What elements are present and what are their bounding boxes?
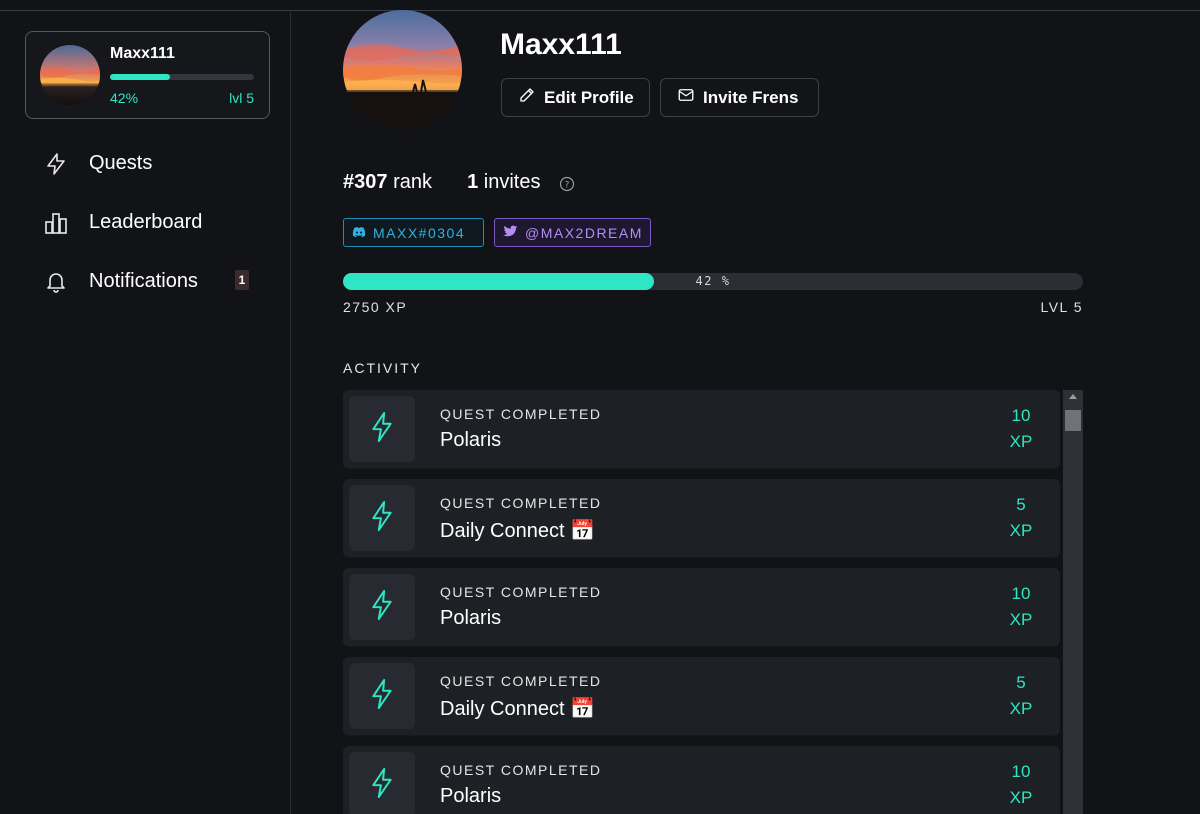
svg-text:?: ? xyxy=(565,181,570,191)
activity-type: QUEST COMPLETED xyxy=(440,495,602,511)
list-item[interactable]: QUEST COMPLETED Polaris 10 XP xyxy=(343,568,1060,647)
activity-xp-value: 10 xyxy=(1011,762,1031,781)
edit-profile-button[interactable]: Edit Profile xyxy=(501,78,650,117)
activity-type: QUEST COMPLETED xyxy=(440,762,602,778)
xp-level: LVL 5 xyxy=(1040,299,1083,315)
activity-type: QUEST COMPLETED xyxy=(440,673,602,689)
lightning-icon xyxy=(44,152,68,176)
activity-icon-box xyxy=(349,574,415,640)
profile-avatar xyxy=(343,10,462,129)
mail-icon xyxy=(677,86,695,109)
activity-icon-box xyxy=(349,485,415,551)
sidebar-divider xyxy=(290,10,291,814)
pencil-icon xyxy=(518,86,536,109)
activity-xp-value: 10 xyxy=(1011,584,1031,603)
rank-value: #307 xyxy=(343,171,388,193)
lightning-icon xyxy=(369,766,395,805)
twitter-tag[interactable]: @MAX2DREAM xyxy=(494,218,651,247)
twitter-icon xyxy=(503,225,518,241)
xp-total: 2750 XP xyxy=(343,299,408,315)
lightning-icon xyxy=(369,677,395,716)
activity-xp-value: 10 xyxy=(1011,406,1031,425)
rank-label: rank xyxy=(393,171,432,193)
discord-icon xyxy=(352,225,366,241)
activity-xp-unit: XP xyxy=(1009,521,1033,540)
invite-frens-label: Invite Frens xyxy=(703,87,799,107)
discord-handle: MAXX#0304 xyxy=(373,224,466,241)
activity-xp-unit: XP xyxy=(1009,432,1033,451)
xp-progress-percent: 42 % xyxy=(695,274,731,288)
activity-xp-value: 5 xyxy=(1016,673,1026,692)
sidebar-item-label: Quests xyxy=(89,152,153,174)
scroll-up-arrow-icon[interactable] xyxy=(1069,394,1077,399)
activity-xp-value: 5 xyxy=(1016,495,1026,514)
lightning-icon xyxy=(369,410,395,449)
user-level: lvl 5 xyxy=(229,90,254,106)
activity-list[interactable]: QUEST COMPLETED Polaris 10 XP QUEST COMP… xyxy=(343,390,1063,814)
sidebar-item-label: Leaderboard xyxy=(89,211,203,233)
lightning-icon xyxy=(369,499,395,538)
user-progress-percent: 42% xyxy=(110,90,139,106)
user-name: Maxx111 xyxy=(110,45,175,62)
list-item[interactable]: QUEST COMPLETED Daily Connect 📅 5 XP xyxy=(343,657,1060,736)
activity-xp-unit: XP xyxy=(1009,699,1033,718)
activity-xp-unit: XP xyxy=(1009,610,1033,629)
activity-type: QUEST COMPLETED xyxy=(440,584,602,600)
user-card[interactable]: Maxx111 42% lvl 5 xyxy=(25,31,270,119)
user-progress-fill xyxy=(110,74,171,80)
sidebar-item-quests[interactable]: Quests xyxy=(44,150,152,178)
list-item[interactable]: QUEST COMPLETED Polaris 10 XP xyxy=(343,390,1060,469)
list-item[interactable]: QUEST COMPLETED Daily Connect 📅 5 XP xyxy=(343,479,1060,558)
profile-name: Maxx111 xyxy=(500,28,622,61)
invite-frens-button[interactable]: Invite Frens xyxy=(660,78,819,117)
discord-tag[interactable]: MAXX#0304 xyxy=(343,218,484,247)
activity-type: QUEST COMPLETED xyxy=(440,406,602,422)
activity-name: Polaris xyxy=(440,429,502,451)
user-progress-bar xyxy=(110,74,254,80)
help-icon[interactable]: ? xyxy=(559,176,575,192)
activity-heading: ACTIVITY xyxy=(343,360,423,376)
avatar xyxy=(40,45,100,105)
sidebar: Maxx111 42% lvl 5 Quests Leaderboard Not… xyxy=(0,0,290,814)
activity-icon-box xyxy=(349,752,415,814)
activity-xp-unit: XP xyxy=(1009,788,1033,807)
lightning-icon xyxy=(369,588,395,627)
activity-scrollbar[interactable] xyxy=(1063,390,1083,814)
activity-name: Polaris xyxy=(440,607,502,629)
bell-icon xyxy=(44,270,68,294)
activity-name: Daily Connect 📅 xyxy=(440,520,595,542)
leaderboard-icon xyxy=(44,211,68,235)
activity-name: Daily Connect 📅 xyxy=(440,698,595,720)
list-item[interactable]: QUEST COMPLETED Polaris 10 XP xyxy=(343,746,1060,814)
notification-badge: 1 xyxy=(235,270,249,290)
invites-value: 1 xyxy=(467,171,479,193)
xp-progress-bar: 42 % xyxy=(343,273,1083,290)
twitter-handle: @MAX2DREAM xyxy=(525,224,643,241)
activity-name: Polaris xyxy=(440,785,502,807)
invites-label: invites xyxy=(483,171,541,193)
scroll-thumb[interactable] xyxy=(1065,410,1081,431)
edit-profile-label: Edit Profile xyxy=(544,87,634,107)
activity-icon-box xyxy=(349,396,415,462)
activity-icon-box xyxy=(349,663,415,729)
sidebar-item-notifications[interactable]: Notifications 1 xyxy=(44,268,249,296)
sidebar-item-leaderboard[interactable]: Leaderboard xyxy=(44,209,202,237)
sidebar-item-label: Notifications xyxy=(89,270,198,292)
profile-stats: #307 rank 1 invites xyxy=(343,171,540,194)
